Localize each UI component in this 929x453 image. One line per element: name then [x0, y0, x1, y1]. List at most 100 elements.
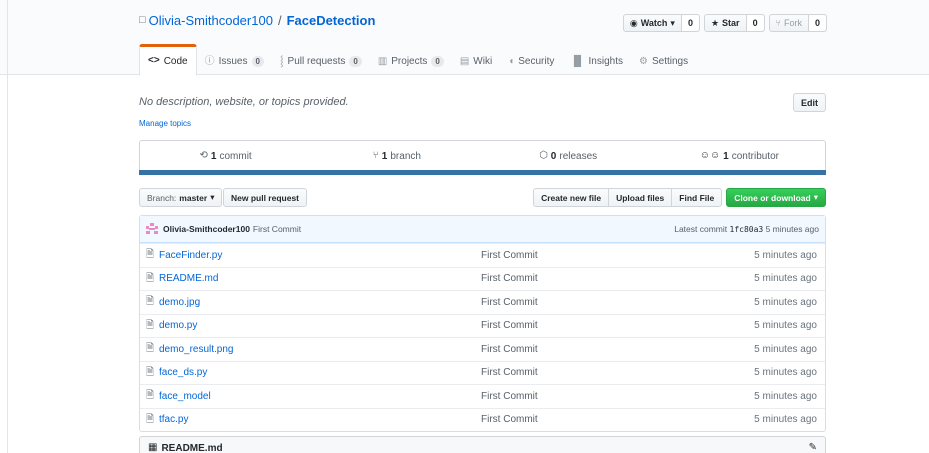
language-bar[interactable] — [139, 170, 826, 175]
people-icon: ☺☺ — [699, 150, 721, 161]
repo-name-link[interactable]: FaceDetection — [287, 13, 376, 28]
table-row: 🗎 demo.py First Commit 5 minutes ago — [140, 313, 825, 338]
file-name-link[interactable]: tfac.py — [159, 414, 188, 425]
repo-icon: □ — [139, 14, 146, 26]
file-name-link[interactable]: face_ds.py — [159, 367, 207, 378]
file-icon: 🗎 — [146, 390, 155, 402]
new-pull-request-button[interactable]: New pull request — [223, 188, 308, 207]
tab-wiki[interactable]: ▤ Wiki — [452, 44, 500, 76]
file-commit-message-link[interactable]: First Commit — [481, 273, 538, 284]
wiki-icon: ▤ — [459, 55, 470, 67]
code-icon: <> — [148, 55, 160, 66]
table-row: 🗎 face_model First Commit 5 minutes ago — [140, 384, 825, 408]
file-name-link[interactable]: FaceFinder.py — [159, 250, 222, 261]
file-commit-message-link[interactable]: First Commit — [481, 391, 538, 402]
star-label: Star — [722, 18, 740, 28]
watch-button[interactable]: ◉ Watch ▾ — [624, 15, 682, 31]
fork-button[interactable]: ⑂ Fork — [770, 15, 809, 31]
file-name-link[interactable]: demo.jpg — [159, 297, 200, 308]
project-icon: ▥ — [377, 55, 388, 67]
commit-sha-link[interactable]: 1fc80a3 — [730, 225, 764, 234]
create-new-file-button[interactable]: Create new file — [533, 188, 610, 207]
tab-pull-requests[interactable]: ⸾ Pull requests 0 — [272, 44, 370, 76]
commit-count: 1 — [210, 150, 217, 162]
file-icon: 🗎 — [146, 366, 155, 378]
summary-releases[interactable]: ⬡ 0 releases — [483, 141, 654, 171]
tab-issues[interactable]: ⓘ Issues 0 — [197, 44, 272, 76]
tab-insights[interactable]: ▐▌ Insights — [562, 44, 631, 76]
file-icon: 🗎 — [146, 319, 155, 331]
file-commit-message-link[interactable]: First Commit — [481, 367, 538, 378]
branch-select-button[interactable]: Branch: master ▾ — [139, 188, 223, 207]
commit-author-link[interactable]: Olivia-Smithcoder100 — [163, 224, 250, 234]
file-action-buttons: Create new file Upload files Find File C… — [533, 188, 826, 207]
manage-topics-link[interactable]: Manage topics — [139, 119, 191, 128]
branch-icon: ⑂ — [372, 150, 379, 161]
branch-select-value: master — [179, 192, 208, 203]
find-file-button[interactable]: Find File — [671, 188, 723, 207]
branch-select-label: Branch: — [147, 192, 177, 203]
tag-icon: ⬡ — [539, 150, 548, 161]
file-icon: 🗎 — [146, 413, 155, 425]
star-button-group: ★ Star 0 — [703, 14, 765, 32]
file-age: 5 minutes ago — [754, 390, 817, 402]
tab-code-label: Code — [163, 55, 188, 67]
contributor-count: 1 — [723, 150, 729, 162]
file-icon: 🗎 — [146, 296, 155, 308]
file-name-link[interactable]: face_model — [159, 391, 211, 402]
tab-wiki-label: Wiki — [473, 56, 493, 67]
edit-description-button[interactable]: Edit — [793, 93, 826, 112]
summary-branches[interactable]: ⑂ 1 branch — [311, 141, 482, 171]
avatar[interactable] — [146, 223, 158, 235]
file-name-link[interactable]: demo_result.png — [159, 344, 234, 355]
commit-message-link[interactable]: First Commit — [253, 224, 301, 234]
fork-count[interactable]: 0 — [808, 15, 826, 31]
fork-label: Fork — [783, 18, 802, 28]
star-count[interactable]: 0 — [746, 15, 764, 31]
branch-label: branch — [390, 150, 421, 162]
table-row: 🗎 face_ds.py First Commit 5 minutes ago — [140, 360, 825, 385]
tab-security[interactable]: ◖ Security — [500, 44, 562, 76]
tab-settings[interactable]: ⚙ Settings — [631, 44, 696, 76]
repo-owner-link[interactable]: Olivia-Smithcoder100 — [149, 13, 273, 28]
file-name-link[interactable]: README.md — [159, 273, 218, 284]
table-row: 🗎 README.md First Commit 5 minutes ago — [140, 266, 825, 291]
commit-tease: Olivia-Smithcoder100 First Commit Latest… — [140, 216, 825, 243]
upload-files-button[interactable]: Upload files — [608, 188, 673, 207]
eye-icon: ◉ — [629, 17, 638, 28]
watch-count[interactable]: 0 — [681, 15, 699, 31]
file-commit-message-link[interactable]: First Commit — [481, 297, 538, 308]
readme-header: ▦ README.md ✎ — [139, 436, 826, 453]
commit-label: commit — [219, 150, 252, 162]
latest-commit-label: Latest commit — [674, 224, 728, 234]
issue-icon: ⓘ — [204, 55, 215, 67]
branch-count: 1 — [381, 150, 388, 162]
identicon-icon — [146, 223, 158, 235]
file-navigation: Branch: master ▾ New pull request Create… — [139, 188, 826, 208]
file-commit-message-link[interactable]: First Commit — [481, 414, 538, 425]
release-count: 0 — [550, 150, 557, 162]
file-commit-message-link[interactable]: First Commit — [481, 250, 538, 261]
file-commit-message-link[interactable]: First Commit — [481, 344, 538, 355]
tab-code[interactable]: <> Code — [139, 44, 197, 76]
page-left-border — [7, 0, 8, 453]
summary-contributors[interactable]: ☺☺ 1 contributor — [654, 141, 825, 171]
pagehead-actions: ◉ Watch ▾ 0 ★ Star 0 ⑂ Fork 0 — [622, 14, 827, 32]
clone-or-download-button[interactable]: Clone or download ▾ — [726, 188, 826, 207]
table-row: 🗎 tfac.py First Commit 5 minutes ago — [140, 407, 825, 432]
tab-settings-label: Settings — [651, 56, 689, 67]
file-name-link[interactable]: demo.py — [159, 320, 197, 331]
star-icon: ★ — [710, 17, 720, 28]
tab-insights-label: Insights — [588, 56, 623, 67]
file-icon: 🗎 — [146, 249, 155, 261]
tab-pull-requests-label: Pull requests — [287, 56, 346, 67]
file-icon: 🗎 — [146, 272, 155, 284]
file-commit-message-link[interactable]: First Commit — [481, 320, 538, 331]
pencil-icon[interactable]: ✎ — [809, 443, 817, 453]
shield-icon: ◖ — [508, 55, 515, 67]
gear-icon: ⚙ — [639, 55, 648, 67]
summary-commits[interactable]: ⟲ 1 commit — [140, 141, 311, 171]
star-button[interactable]: ★ Star — [705, 15, 747, 31]
file-icon: 🗎 — [146, 343, 155, 355]
tab-projects[interactable]: ▥ Projects 0 — [370, 44, 452, 76]
